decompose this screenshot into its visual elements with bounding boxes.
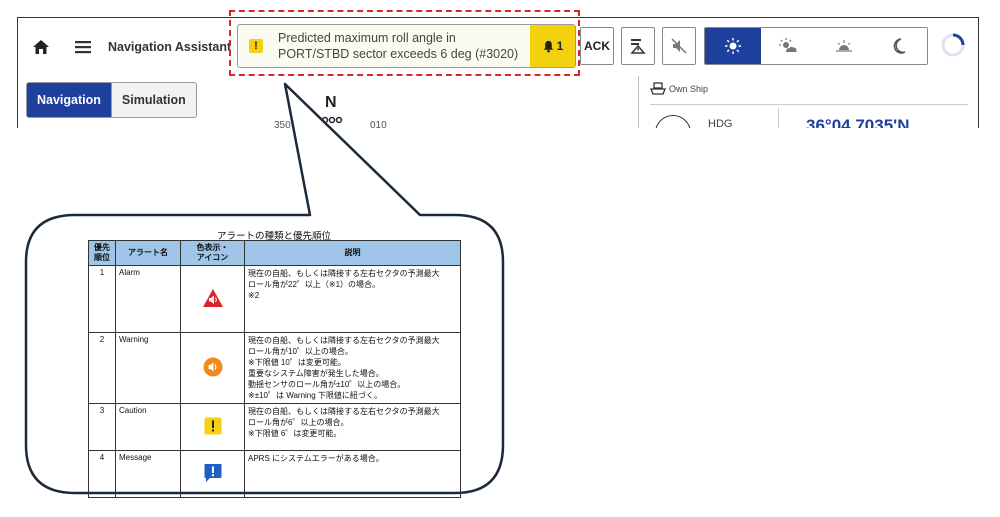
description-cell: 現在の自船、もしくは隣接する左右セクタの予測最大 ロール角が22゜以上（※1）の… [244, 265, 461, 333]
message-icon-cell [180, 450, 245, 498]
description-cell: APRS にシステムエラーがある場合。 [244, 450, 461, 498]
header-icon: 色表示・ アイコン [180, 240, 245, 266]
priority-cell: 3 [88, 403, 116, 451]
header-alert-name: アラート名 [115, 240, 181, 266]
alert-name-cell: Warning [115, 332, 181, 404]
priority-cell: 4 [88, 450, 116, 498]
table-header-row: 優先 順位 アラート名 色表示・ アイコン 説明 [88, 240, 461, 266]
priority-cell: 1 [88, 265, 116, 333]
table-row: 1 Alarm 現在の自船、もしくは隣接する左右セクタの予測最大 ロール角が22… [88, 265, 461, 333]
header-priority: 優先 順位 [88, 240, 116, 266]
alert-name-cell: Caution [115, 403, 181, 451]
description-cell: 現在の自船、もしくは隣接する左右セクタの予測最大 ロール角が6゜以上の場合。 ※… [244, 403, 461, 451]
blue-speech-exclamation-icon [204, 464, 221, 482]
red-triangle-speaker-icon [202, 289, 223, 307]
alert-priority-table: 優先 順位 アラート名 色表示・ アイコン 説明 1 Alarm 現在の自船、も… [88, 240, 461, 498]
warning-icon-cell [180, 332, 245, 404]
orange-circle-speaker-icon [203, 357, 222, 377]
table-row: 3 Caution 現在の自船、もしくは隣接する左右セクタの予測最大 ロール角が… [88, 403, 461, 451]
alarm-icon-cell [180, 265, 245, 333]
yellow-square-exclamation-icon [204, 417, 221, 435]
alert-name-cell: Alarm [115, 265, 181, 333]
table-row: 4 Message APRS にシステムエラーがある場合。 [88, 450, 461, 498]
alert-name-cell: Message [115, 450, 181, 498]
header-description: 説明 [244, 240, 461, 266]
caution-icon-cell [180, 403, 245, 451]
description-cell: 現在の自船、もしくは隣接する左右セクタの予測最大 ロール角が10゜以上の場合。 … [244, 332, 461, 404]
priority-cell: 2 [88, 332, 116, 404]
table-row: 2 Warning 現在の自船、もしくは隣接する左右セクタの予測最大 ロール角が… [88, 332, 461, 404]
